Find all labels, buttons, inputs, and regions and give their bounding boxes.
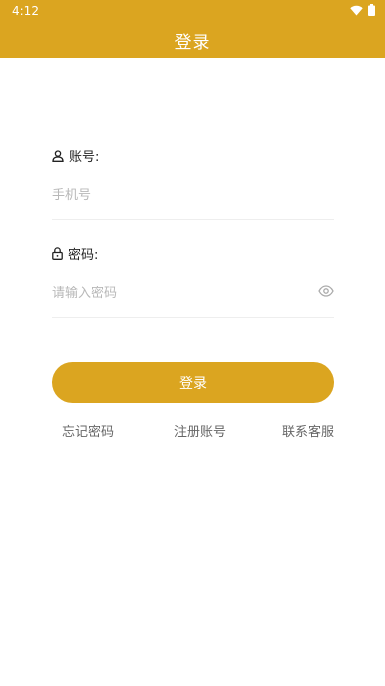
- wifi-icon: [350, 5, 363, 15]
- status-icons: [350, 4, 375, 16]
- page-title: 登录: [174, 32, 211, 53]
- status-time: 4:12: [12, 4, 39, 18]
- account-input-row[interactable]: [52, 172, 334, 220]
- account-label-text: 账号:: [69, 150, 100, 165]
- footer-links: 忘记密码 注册账号 联系客服: [52, 420, 334, 440]
- account-input[interactable]: [52, 188, 334, 203]
- password-input-row[interactable]: [52, 270, 334, 318]
- password-label-text: 密码:: [68, 248, 99, 263]
- battery-icon: [368, 4, 375, 16]
- lock-icon: [52, 247, 63, 260]
- contact-support-link[interactable]: 联系客服: [282, 421, 334, 440]
- login-button[interactable]: 登录: [52, 362, 334, 403]
- user-icon: [52, 149, 64, 162]
- password-input[interactable]: [52, 286, 334, 301]
- app-bar: 登录: [0, 22, 385, 58]
- status-bar: 4:12: [0, 0, 385, 22]
- eye-icon[interactable]: [318, 285, 334, 297]
- account-label: 账号:: [52, 146, 99, 165]
- register-link[interactable]: 注册账号: [174, 421, 226, 440]
- forgot-password-link[interactable]: 忘记密码: [62, 421, 114, 440]
- password-label: 密码:: [52, 244, 98, 263]
